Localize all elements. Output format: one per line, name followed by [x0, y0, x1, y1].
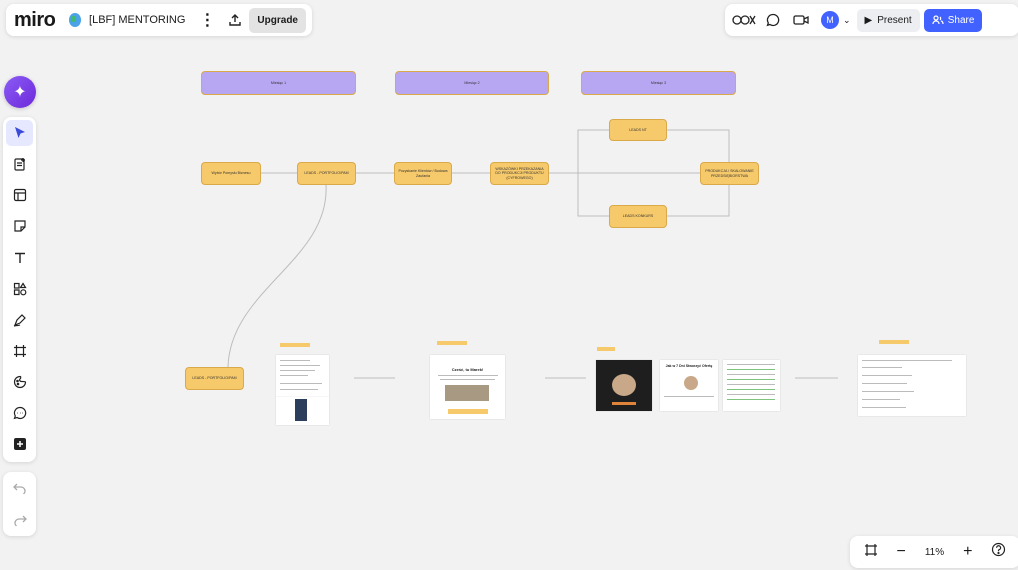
node-leads-portfolio[interactable]: LEADS - PORTFOLIO/PAM — [297, 162, 356, 185]
connector — [227, 184, 327, 368]
frame-label — [280, 343, 310, 347]
top-left-bar: miro [LBF] MENTORING ⋮ Upgrade — [6, 4, 312, 36]
share-button[interactable]: Share — [923, 8, 983, 32]
layout-icon — [13, 189, 26, 202]
node-leads-nt[interactable]: LEADS NT — [609, 119, 667, 141]
sparkle-icon: ✦ — [13, 84, 27, 101]
reactions-icon[interactable] — [731, 8, 759, 32]
tool-pen[interactable] — [6, 307, 33, 333]
video-call-icon[interactable] — [787, 8, 815, 32]
undo-icon[interactable] — [12, 482, 27, 494]
fit-to-screen-icon[interactable] — [864, 543, 878, 562]
frame-icon — [13, 344, 26, 357]
node-production-tips[interactable]: WSKAZÓWKI PRZEKAZANIA DO PRODUKCJI PRODU… — [490, 162, 549, 185]
thumbnail-cta — [612, 402, 636, 405]
tool-text[interactable] — [6, 244, 33, 270]
frame-label — [597, 347, 615, 351]
text-icon — [14, 252, 25, 263]
cursor-icon — [14, 127, 25, 139]
tool-more[interactable] — [6, 431, 33, 457]
thumbnail-landing-page[interactable]: Cześć, tu Marek! — [430, 355, 505, 419]
thumbnail-offer-page[interactable]: Jak w 7 Dni Stworzyć Ofertę — [660, 360, 718, 411]
play-icon: ▶ — [864, 14, 873, 26]
connector — [577, 173, 609, 217]
tool-layout[interactable] — [6, 182, 33, 208]
thumbnail-spreadsheet[interactable] — [723, 360, 780, 411]
board-title[interactable]: [LBF] MENTORING — [89, 14, 185, 26]
zoom-level[interactable]: 11% — [925, 547, 944, 558]
chevron-down-icon[interactable]: ⌄ — [843, 15, 851, 26]
thumbnail-post[interactable] — [276, 355, 329, 397]
left-toolbar — [3, 117, 36, 462]
thumbnail-title: Jak w 7 Dni Stworzyć Ofertę — [665, 364, 713, 368]
help-icon[interactable] — [991, 542, 1006, 562]
tool-comment[interactable] — [6, 400, 33, 426]
user-avatar[interactable]: M — [821, 11, 839, 29]
thumbnail-dark-page[interactable] — [596, 360, 652, 411]
thumbnail-photo — [684, 376, 698, 390]
thumbnail-cta — [448, 409, 488, 414]
top-right-bar: M ⌄ ▶ Present Share — [725, 4, 1018, 36]
thumbnail-title: Cześć, tu Marek! — [451, 367, 484, 372]
users-icon — [932, 15, 944, 25]
globe-icon — [69, 13, 82, 27]
thumbnail-document[interactable] — [858, 355, 966, 416]
thumbnail-photo — [612, 374, 636, 396]
comment-icon — [13, 406, 26, 420]
tool-select[interactable] — [6, 120, 33, 147]
node-leads-portfolio-2[interactable]: LEADS - PORTFOLIO/PAM — [185, 367, 244, 390]
video-thumbnail[interactable] — [295, 399, 307, 421]
plus-icon — [13, 438, 26, 451]
present-button[interactable]: ▶ Present — [856, 8, 920, 32]
zoom-controls: − 11% + — [850, 536, 1018, 568]
tool-shapes[interactable] — [6, 275, 33, 301]
tool-templates[interactable] — [6, 151, 33, 177]
node-scaling[interactable]: PRODUKCJA / SKALOWANIE PRZEDSIĘBIORSTWA — [700, 162, 759, 185]
thumbnail-photo — [445, 385, 489, 401]
sticker-icon — [13, 375, 26, 389]
frame-label — [879, 340, 909, 344]
node-client-acquisition[interactable]: Pozyskanie Klientów / Budowa Zaufania — [394, 162, 452, 185]
tool-stickers[interactable] — [6, 369, 33, 395]
frame-label — [437, 341, 467, 345]
undo-redo-panel — [3, 472, 36, 536]
node-leads-konkurs[interactable]: LEADS KONKURS — [609, 205, 667, 228]
node-business-idea[interactable]: Wybór Pomysłu Biznesu — [201, 162, 261, 185]
redo-icon[interactable] — [13, 514, 27, 526]
export-icon[interactable] — [225, 8, 245, 32]
sticky-note-icon — [13, 220, 26, 233]
chat-icon[interactable] — [759, 8, 787, 32]
tool-sticky-note[interactable] — [6, 213, 33, 239]
shapes-icon — [13, 282, 27, 296]
more-options-icon[interactable]: ⋮ — [197, 10, 217, 30]
zoom-in-icon[interactable]: + — [963, 543, 972, 561]
zoom-out-icon[interactable]: − — [897, 543, 906, 561]
board-header-1[interactable]: Miesiąc 1 — [201, 71, 356, 95]
ai-assist-button[interactable]: ✦ — [4, 76, 36, 108]
board-canvas[interactable]: Miesiąc 1 Miesiąc 2 Miesiąc 3 Wybór Pomy… — [0, 0, 1018, 570]
board-header-2[interactable]: Miesiąc 2 — [395, 71, 549, 95]
thumbnail-video-post[interactable] — [276, 397, 329, 425]
share-label: Share — [947, 14, 975, 26]
connector — [667, 129, 730, 162]
upgrade-button[interactable]: Upgrade — [249, 7, 306, 33]
connector — [577, 129, 609, 173]
pen-icon — [13, 313, 26, 327]
connector — [667, 185, 730, 217]
miro-logo[interactable]: miro — [14, 9, 56, 32]
present-label: Present — [877, 14, 912, 26]
tool-frame[interactable] — [6, 338, 33, 364]
doc-add-icon — [13, 158, 25, 171]
board-header-3[interactable]: Miesiąc 3 — [581, 71, 736, 95]
